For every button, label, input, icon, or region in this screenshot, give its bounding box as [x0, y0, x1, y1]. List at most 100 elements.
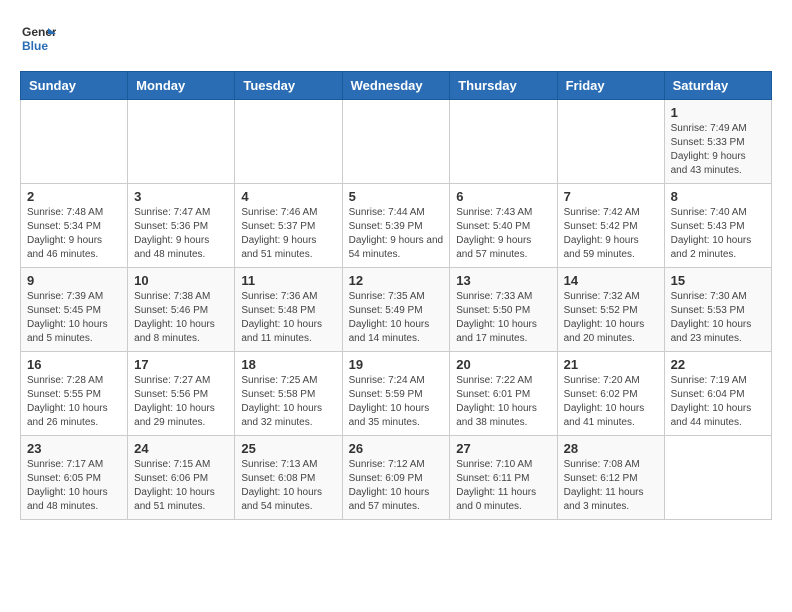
day-number: 22 [671, 357, 765, 372]
day-info: Sunrise: 7:10 AM Sunset: 6:11 PM Dayligh… [456, 458, 550, 514]
calendar-cell: 10 Sunrise: 7:38 AM Sunset: 5:46 PM Dayli… [128, 268, 235, 352]
day-info: Sunrise: 7:20 AM Sunset: 6:02 PM Dayligh… [564, 374, 658, 430]
page-header: General Blue [20, 20, 772, 61]
day-info: Sunrise: 7:32 AM Sunset: 5:52 PM Dayligh… [564, 290, 658, 346]
calendar-week-row: 9 Sunrise: 7:39 AM Sunset: 5:45 PM Daylig… [21, 268, 772, 352]
calendar-cell [128, 100, 235, 184]
day-number: 25 [241, 441, 335, 456]
calendar-cell: 21 Sunrise: 7:20 AM Sunset: 6:02 PM Dayli… [557, 352, 664, 436]
calendar-header-row: SundayMondayTuesdayWednesdayThursdayFrid… [21, 72, 772, 100]
weekday-header-wednesday: Wednesday [342, 72, 450, 100]
calendar-week-row: 23 Sunrise: 7:17 AM Sunset: 6:05 PM Dayli… [21, 436, 772, 520]
day-info: Sunrise: 7:17 AM Sunset: 6:05 PM Dayligh… [27, 458, 121, 514]
day-number: 13 [456, 273, 550, 288]
weekday-header-tuesday: Tuesday [235, 72, 342, 100]
calendar-cell [557, 100, 664, 184]
day-info: Sunrise: 7:08 AM Sunset: 6:12 PM Dayligh… [564, 458, 658, 514]
day-info: Sunrise: 7:43 AM Sunset: 5:40 PM Dayligh… [456, 206, 550, 262]
calendar-cell: 22 Sunrise: 7:19 AM Sunset: 6:04 PM Dayli… [664, 352, 771, 436]
day-number: 4 [241, 189, 335, 204]
calendar-cell: 5 Sunrise: 7:44 AM Sunset: 5:39 PM Daylig… [342, 184, 450, 268]
day-number: 28 [564, 441, 658, 456]
calendar-cell: 17 Sunrise: 7:27 AM Sunset: 5:56 PM Dayli… [128, 352, 235, 436]
calendar-week-row: 1 Sunrise: 7:49 AM Sunset: 5:33 PM Daylig… [21, 100, 772, 184]
day-number: 9 [27, 273, 121, 288]
calendar-table: SundayMondayTuesdayWednesdayThursdayFrid… [20, 71, 772, 520]
day-number: 3 [134, 189, 228, 204]
day-info: Sunrise: 7:46 AM Sunset: 5:37 PM Dayligh… [241, 206, 335, 262]
day-info: Sunrise: 7:25 AM Sunset: 5:58 PM Dayligh… [241, 374, 335, 430]
calendar-week-row: 16 Sunrise: 7:28 AM Sunset: 5:55 PM Dayli… [21, 352, 772, 436]
day-info: Sunrise: 7:19 AM Sunset: 6:04 PM Dayligh… [671, 374, 765, 430]
day-info: Sunrise: 7:35 AM Sunset: 5:49 PM Dayligh… [349, 290, 444, 346]
calendar-cell: 28 Sunrise: 7:08 AM Sunset: 6:12 PM Dayli… [557, 436, 664, 520]
logo: General Blue [20, 20, 56, 61]
weekday-header-saturday: Saturday [664, 72, 771, 100]
day-number: 7 [564, 189, 658, 204]
day-number: 20 [456, 357, 550, 372]
day-info: Sunrise: 7:48 AM Sunset: 5:34 PM Dayligh… [27, 206, 121, 262]
calendar-cell: 23 Sunrise: 7:17 AM Sunset: 6:05 PM Dayli… [21, 436, 128, 520]
calendar-cell [664, 436, 771, 520]
day-info: Sunrise: 7:42 AM Sunset: 5:42 PM Dayligh… [564, 206, 658, 262]
day-number: 1 [671, 105, 765, 120]
calendar-cell: 8Sunrise: 7:40 AM Sunset: 5:43 PM Daylig… [664, 184, 771, 268]
day-number: 5 [349, 189, 444, 204]
day-info: Sunrise: 7:28 AM Sunset: 5:55 PM Dayligh… [27, 374, 121, 430]
day-info: Sunrise: 7:24 AM Sunset: 5:59 PM Dayligh… [349, 374, 444, 430]
calendar-cell: 15 Sunrise: 7:30 AM Sunset: 5:53 PM Dayli… [664, 268, 771, 352]
day-info: Sunrise: 7:22 AM Sunset: 6:01 PM Dayligh… [456, 374, 550, 430]
calendar-cell [450, 100, 557, 184]
weekday-header-sunday: Sunday [21, 72, 128, 100]
calendar-cell: 13 Sunrise: 7:33 AM Sunset: 5:50 PM Dayli… [450, 268, 557, 352]
calendar-cell: 4 Sunrise: 7:46 AM Sunset: 5:37 PM Daylig… [235, 184, 342, 268]
day-info: Sunrise: 7:30 AM Sunset: 5:53 PM Dayligh… [671, 290, 765, 346]
weekday-header-monday: Monday [128, 72, 235, 100]
calendar-cell [21, 100, 128, 184]
day-number: 11 [241, 273, 335, 288]
calendar-cell: 12 Sunrise: 7:35 AM Sunset: 5:49 PM Dayli… [342, 268, 450, 352]
calendar-cell: 1 Sunrise: 7:49 AM Sunset: 5:33 PM Daylig… [664, 100, 771, 184]
day-number: 12 [349, 273, 444, 288]
calendar-cell: 3Sunrise: 7:47 AM Sunset: 5:36 PM Daylig… [128, 184, 235, 268]
calendar-cell: 25Sunrise: 7:13 AM Sunset: 6:08 PM Dayli… [235, 436, 342, 520]
calendar-cell: 7 Sunrise: 7:42 AM Sunset: 5:42 PM Daylig… [557, 184, 664, 268]
day-info: Sunrise: 7:27 AM Sunset: 5:56 PM Dayligh… [134, 374, 228, 430]
day-number: 14 [564, 273, 658, 288]
calendar-cell: 9 Sunrise: 7:39 AM Sunset: 5:45 PM Daylig… [21, 268, 128, 352]
svg-text:Blue: Blue [22, 39, 48, 53]
day-info: Sunrise: 7:39 AM Sunset: 5:45 PM Dayligh… [27, 290, 121, 346]
day-number: 17 [134, 357, 228, 372]
day-info: Sunrise: 7:38 AM Sunset: 5:46 PM Dayligh… [134, 290, 228, 346]
calendar-cell [235, 100, 342, 184]
calendar-cell: 6 Sunrise: 7:43 AM Sunset: 5:40 PM Daylig… [450, 184, 557, 268]
day-info: Sunrise: 7:12 AM Sunset: 6:09 PM Dayligh… [349, 458, 444, 514]
weekday-header-friday: Friday [557, 72, 664, 100]
day-number: 23 [27, 441, 121, 456]
day-info: Sunrise: 7:15 AM Sunset: 6:06 PM Dayligh… [134, 458, 228, 514]
weekday-header-thursday: Thursday [450, 72, 557, 100]
calendar-cell: 18 Sunrise: 7:25 AM Sunset: 5:58 PM Dayli… [235, 352, 342, 436]
day-info: Sunrise: 7:44 AM Sunset: 5:39 PM Dayligh… [349, 206, 444, 262]
day-number: 16 [27, 357, 121, 372]
calendar-week-row: 2Sunrise: 7:48 AM Sunset: 5:34 PM Daylig… [21, 184, 772, 268]
calendar-cell [342, 100, 450, 184]
calendar-cell: 20 Sunrise: 7:22 AM Sunset: 6:01 PM Dayli… [450, 352, 557, 436]
day-number: 19 [349, 357, 444, 372]
calendar-cell: 26 Sunrise: 7:12 AM Sunset: 6:09 PM Dayli… [342, 436, 450, 520]
calendar-cell: 24Sunrise: 7:15 AM Sunset: 6:06 PM Dayli… [128, 436, 235, 520]
calendar-cell: 2Sunrise: 7:48 AM Sunset: 5:34 PM Daylig… [21, 184, 128, 268]
day-number: 26 [349, 441, 444, 456]
day-number: 21 [564, 357, 658, 372]
day-info: Sunrise: 7:40 AM Sunset: 5:43 PM Dayligh… [671, 206, 765, 262]
calendar-cell: 14 Sunrise: 7:32 AM Sunset: 5:52 PM Dayli… [557, 268, 664, 352]
day-number: 10 [134, 273, 228, 288]
day-number: 6 [456, 189, 550, 204]
calendar-cell: 19 Sunrise: 7:24 AM Sunset: 5:59 PM Dayli… [342, 352, 450, 436]
day-info: Sunrise: 7:49 AM Sunset: 5:33 PM Dayligh… [671, 122, 765, 178]
day-info: Sunrise: 7:33 AM Sunset: 5:50 PM Dayligh… [456, 290, 550, 346]
day-number: 18 [241, 357, 335, 372]
logo-icon: General Blue [20, 20, 56, 61]
day-number: 27 [456, 441, 550, 456]
day-number: 15 [671, 273, 765, 288]
